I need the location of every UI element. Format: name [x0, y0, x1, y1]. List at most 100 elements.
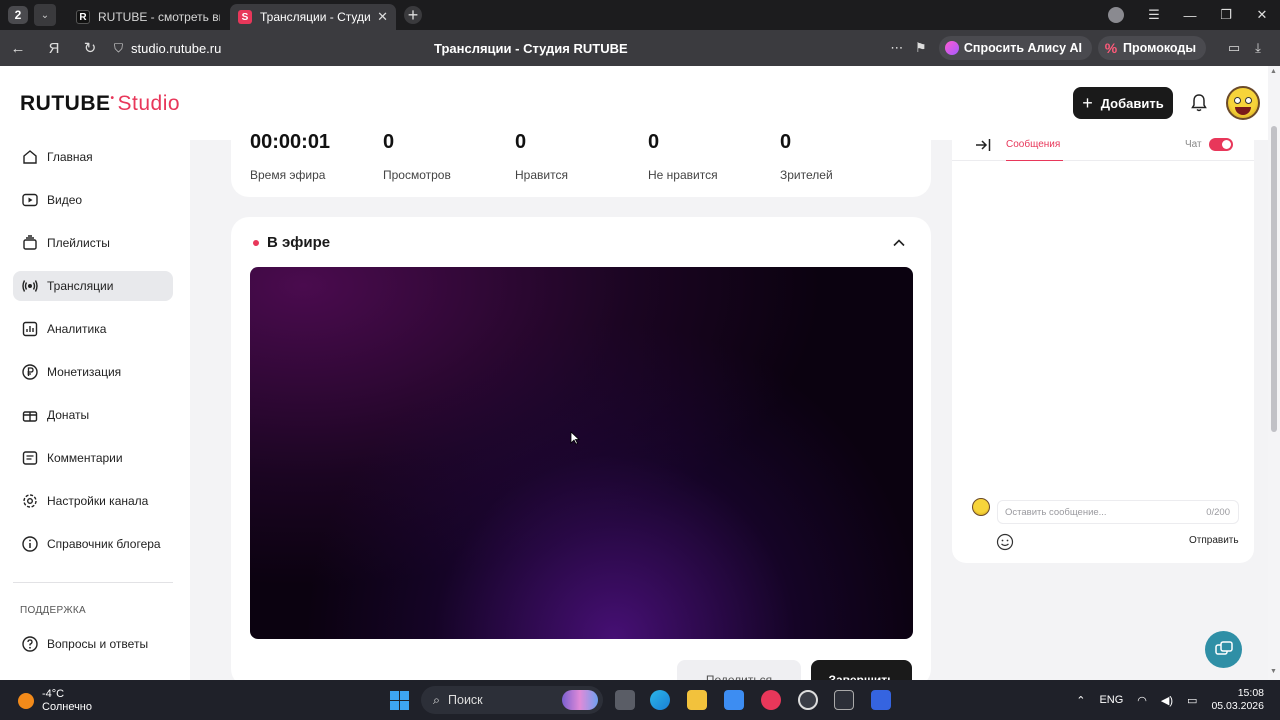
battery-saver-icon[interactable]: ▭	[1222, 40, 1246, 56]
emoji-icon[interactable]	[996, 533, 1014, 551]
send-button[interactable]: Отправить	[1189, 535, 1239, 546]
sidebar-item-monetization[interactable]: Монетизация	[13, 357, 173, 387]
stat-value: 0	[648, 132, 660, 152]
plus-icon: +	[1082, 92, 1093, 113]
sidebar-item-playlists[interactable]: Плейлисты	[13, 228, 173, 258]
windows-start-icon[interactable]	[390, 691, 409, 710]
app-icon[interactable]	[871, 690, 891, 710]
language-indicator[interactable]: ENG	[1099, 694, 1123, 706]
rutube-favicon-icon: R	[76, 10, 90, 24]
tab-studio[interactable]: S Трансляции - Студия R ✕	[230, 4, 396, 30]
minimize-icon[interactable]: —	[1172, 8, 1208, 23]
help-icon	[22, 636, 38, 652]
sidebar-item-channel-settings[interactable]: Настройки канала	[13, 486, 173, 516]
scroll-up-icon[interactable]: ▲	[1270, 68, 1277, 75]
tab-list-dropdown[interactable]: ⌄	[34, 4, 56, 26]
terminal-icon[interactable]	[834, 690, 854, 710]
clock[interactable]: 15:08 05.03.2026	[1211, 687, 1264, 713]
tab-messages[interactable]: Сообщения	[1006, 139, 1060, 150]
close-window-icon[interactable]: ✕	[1244, 7, 1280, 23]
more-icon[interactable]: ⋯	[885, 40, 909, 56]
video-icon	[22, 193, 38, 207]
scroll-down-icon[interactable]: ▼	[1270, 668, 1277, 675]
sidebar-item-home[interactable]: Главная	[13, 142, 173, 172]
logo-studio: Studio	[117, 92, 181, 115]
obs-icon[interactable]	[798, 690, 818, 710]
sidebar-item-donations[interactable]: Донаты	[13, 400, 173, 430]
char-counter: 0/200	[1206, 507, 1230, 518]
support-section-label: ПОДДЕРЖКА	[20, 605, 86, 616]
new-tab-button[interactable]: +	[404, 5, 422, 25]
percent-icon: %	[1104, 40, 1118, 56]
sidebar-item-broadcasts[interactable]: Трансляции	[13, 271, 173, 301]
windows-taskbar: -4°C Солнечно ⌕ Поиск ⌃ ENG ◠ ◀) ▭ 15:08…	[0, 680, 1280, 720]
download-icon[interactable]: ⤓	[1246, 40, 1270, 56]
sidebar-item-label: Главная	[47, 150, 93, 164]
avatar[interactable]	[1226, 86, 1260, 120]
scrollbar-thumb[interactable]	[1271, 126, 1277, 432]
profile-icon[interactable]	[1108, 7, 1124, 23]
sun-icon	[18, 693, 34, 709]
battery-icon[interactable]: ▭	[1187, 694, 1197, 707]
menu-icon[interactable]: ☰	[1136, 7, 1172, 23]
address-bar: ← Я ↻ ⛉ studio.rutube.ru Трансляции - Ст…	[0, 30, 1280, 66]
sidebar-item-label: Видео	[47, 193, 83, 207]
volume-icon[interactable]: ◀)	[1161, 694, 1173, 707]
page-scrollbar[interactable]: ▲ ▼	[1268, 66, 1280, 680]
alisa-button[interactable]: Спросить Алису AI	[938, 36, 1093, 60]
stat-label: Время эфира	[250, 168, 326, 182]
page-title: Трансляции - Студия RUTUBE	[434, 41, 628, 56]
promo-button[interactable]: % Промокоды	[1098, 36, 1206, 60]
task-view-icon[interactable]	[615, 690, 635, 710]
chevron-up-icon[interactable]: ⌃	[1076, 694, 1085, 707]
shield-icon[interactable]: ⛉	[114, 41, 123, 56]
browser-tabbar: 2 ⌄ R RUTUBE - смотреть виде S Трансляци…	[0, 0, 1280, 30]
tab-counter[interactable]: 2	[8, 6, 28, 24]
store-icon[interactable]	[724, 690, 744, 710]
taskbar-search[interactable]: ⌕ Поиск	[421, 686, 603, 714]
logo-main: RUTUBE	[20, 92, 111, 115]
sidebar-item-blogger-guide[interactable]: Справочник блогера	[13, 529, 173, 559]
wifi-icon[interactable]: ◠	[1137, 694, 1147, 707]
message-input[interactable]: Оставить сообщение... 0/200	[997, 500, 1239, 524]
search-highlight-icon	[562, 690, 598, 710]
reload-icon[interactable]: ↻	[72, 39, 108, 57]
close-tab-icon[interactable]: ✕	[377, 9, 388, 25]
live-header: В эфире	[253, 234, 330, 251]
back-icon[interactable]: ←	[0, 40, 36, 57]
bookmark-icon[interactable]: ⚑	[909, 40, 933, 56]
sidebar-item-video[interactable]: Видео	[13, 185, 173, 215]
collapse-panel-icon[interactable]	[974, 137, 992, 153]
rutube-studio-logo[interactable]: RUTUBE• Studio	[20, 92, 180, 116]
tab-title: Трансляции - Студия R	[260, 10, 371, 24]
url-field[interactable]: studio.rutube.ru	[131, 41, 411, 56]
yandex-icon[interactable]: Я	[36, 40, 72, 57]
edge-icon[interactable]	[650, 690, 670, 710]
chat-toggle-label: Чат	[1185, 139, 1202, 150]
playlist-icon	[23, 235, 37, 250]
bell-icon[interactable]	[1189, 93, 1209, 113]
gift-icon	[22, 411, 38, 422]
sidebar-item-analytics[interactable]: Аналитика	[13, 314, 173, 344]
chevron-up-icon[interactable]	[891, 235, 907, 251]
restore-icon[interactable]: ❐	[1208, 7, 1244, 23]
weather-widget[interactable]: -4°C Солнечно	[18, 688, 92, 714]
analytics-icon	[22, 321, 38, 337]
stream-preview[interactable]	[250, 267, 913, 639]
stat-label: Зрителей	[780, 168, 833, 182]
sidebar-item-faq[interactable]: Вопросы и ответы	[13, 629, 173, 659]
sidebar-item-label: Комментарии	[47, 451, 123, 465]
stat-label: Просмотров	[383, 168, 451, 182]
time: 15:08	[1237, 687, 1264, 699]
sidebar-item-label: Трансляции	[47, 279, 114, 293]
message-placeholder: Оставить сообщение...	[1005, 506, 1107, 518]
add-button[interactable]: + Добавить	[1073, 87, 1173, 119]
tab-rutube[interactable]: R RUTUBE - смотреть виде	[68, 4, 228, 30]
sidebar-item-label: Аналитика	[47, 322, 107, 336]
sidebar-item-label: Справочник блогера	[47, 537, 161, 551]
file-explorer-icon[interactable]	[687, 690, 707, 710]
yandex-browser-icon[interactable]	[761, 690, 781, 710]
chat-toggle[interactable]	[1209, 138, 1233, 151]
sidebar-item-comments[interactable]: Комментарии	[13, 443, 173, 473]
support-chat-button[interactable]	[1205, 631, 1242, 668]
